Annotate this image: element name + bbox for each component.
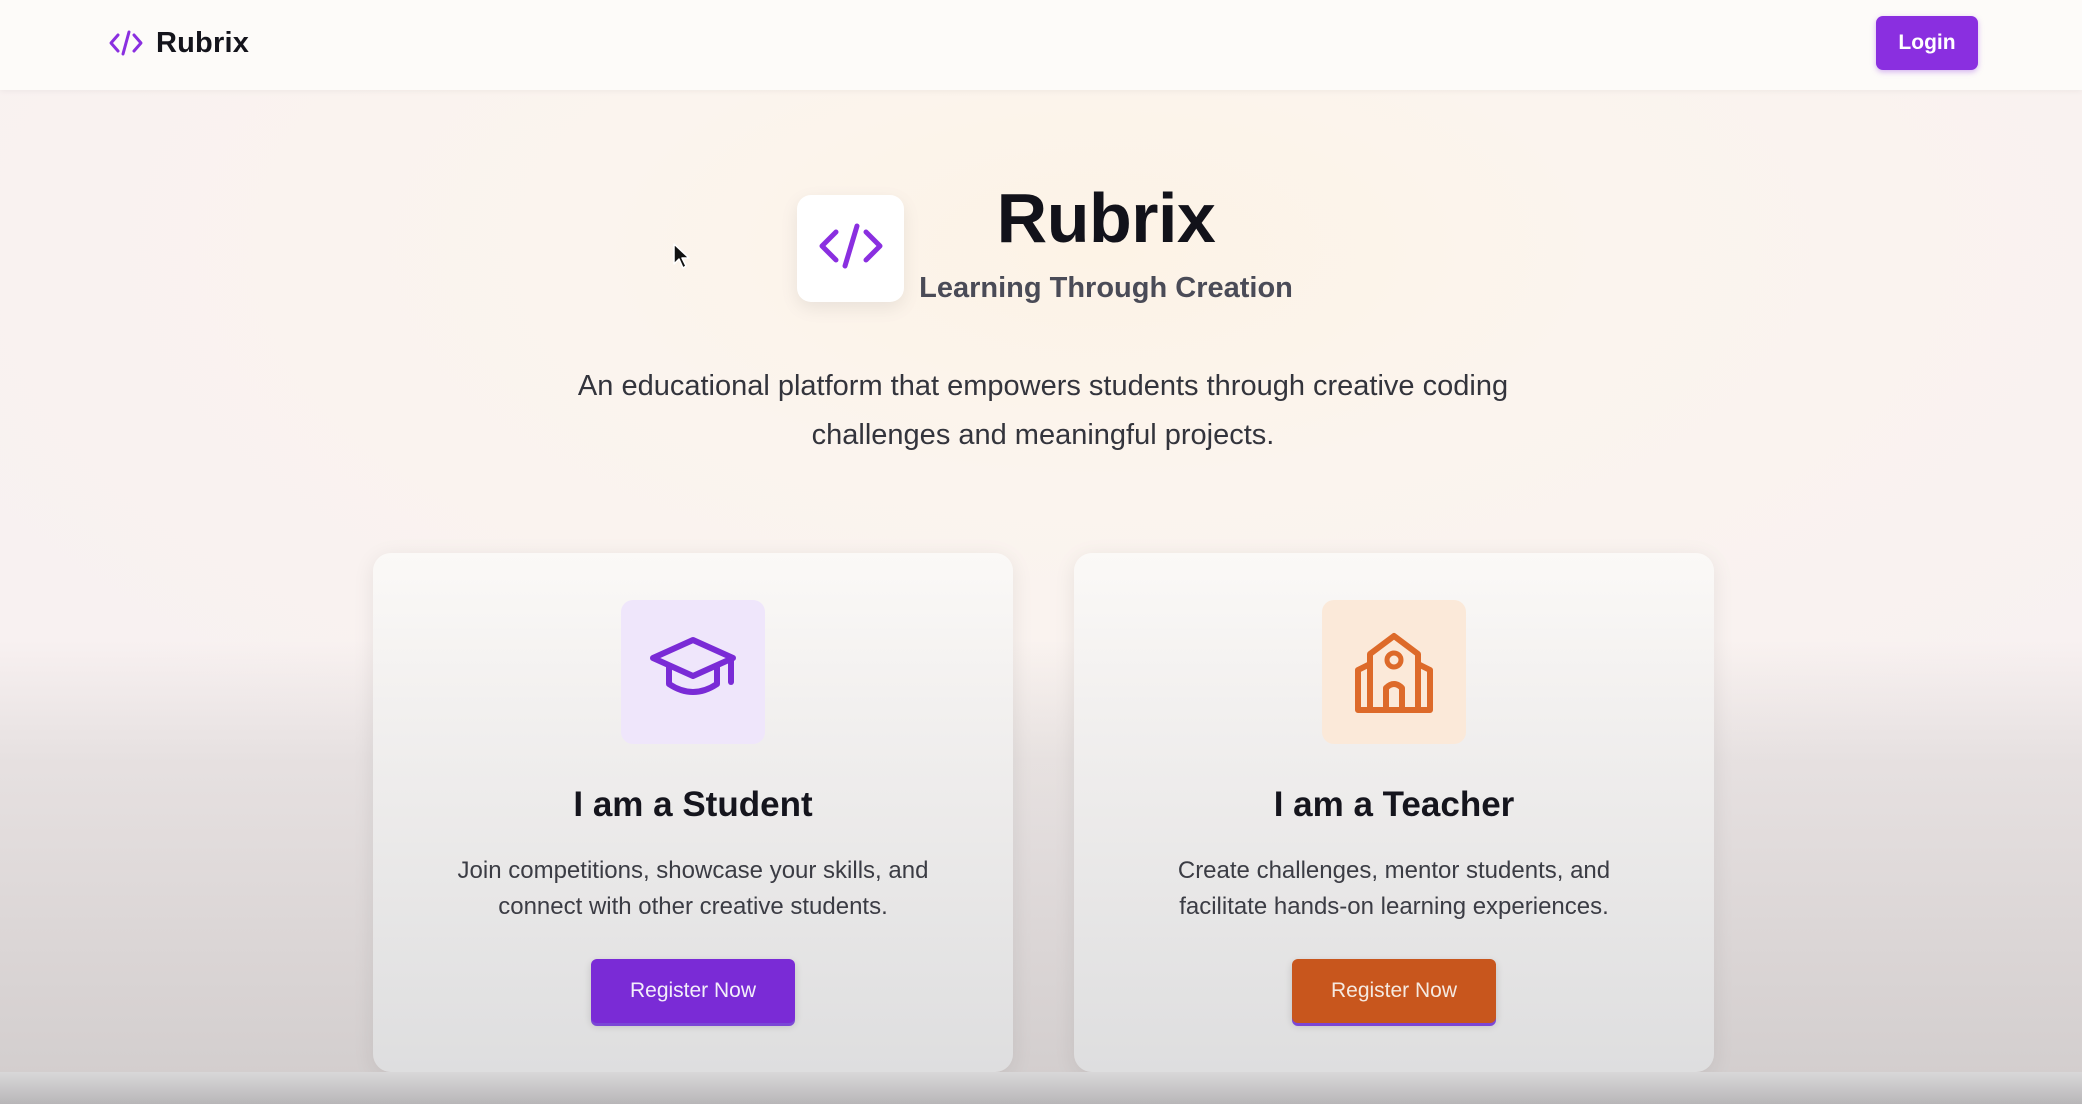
teacher-card: I am a Teacher Create challenges, mentor… [1074,553,1714,1072]
code-icon [108,28,144,58]
student-card: I am a Student Join competitions, showca… [373,553,1013,1072]
teacher-card-title: I am a Teacher [1273,785,1515,824]
mouse-cursor-icon [672,242,692,275]
top-navbar: Rubrix Login [0,0,2082,90]
student-card-title: I am a Student [573,785,813,824]
page-bottom-edge [0,1072,2082,1104]
teacher-icon-tile [1322,600,1466,744]
graduation-cap-icon [645,630,741,715]
teacher-register-button[interactable]: Register Now [1292,959,1496,1023]
student-card-description: Join competitions, showcase your skills,… [457,857,929,920]
student-register-button[interactable]: Register Now [591,959,795,1023]
login-button[interactable]: Login [1876,16,1978,70]
hero-logo [797,195,904,302]
page-title: Rubrix [996,179,1216,257]
student-icon-tile [621,600,765,744]
teacher-card-description: Create challenges, mentor students, and … [1177,857,1611,920]
brand-name: Rubrix [156,26,250,59]
school-building-icon [1348,624,1440,721]
brand-logo[interactable]: Rubrix [108,22,249,64]
page-subtitle: Learning Through Creation [919,272,1293,304]
code-icon [816,218,886,279]
hero-description: An educational platform that empowers st… [577,370,1509,451]
